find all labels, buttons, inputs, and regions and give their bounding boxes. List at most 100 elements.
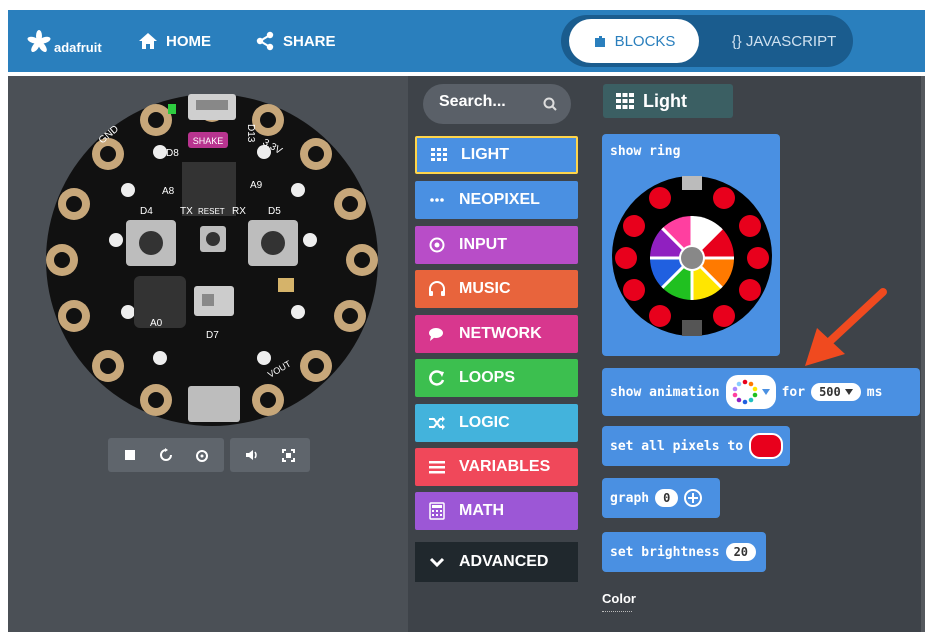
power-led <box>168 104 176 114</box>
color-section-label: Color <box>602 591 636 606</box>
category-neopixel[interactable]: NEOPIXEL <box>415 181 578 219</box>
set-brightness-block[interactable]: set brightness 20 <box>602 532 766 572</box>
graph-block[interactable]: graph 0 <box>602 478 720 518</box>
chat-icon <box>429 328 443 341</box>
category-label: VARIABLES <box>459 458 551 475</box>
svg-text:RX: RX <box>232 206 246 217</box>
brightness-input[interactable]: 20 <box>725 543 757 561</box>
category-label: MUSIC <box>459 280 511 297</box>
pixel-color-swatch[interactable] <box>749 433 784 459</box>
dots-icon <box>430 198 444 202</box>
mute-button[interactable] <box>236 441 268 469</box>
category-label: LOOPS <box>459 369 516 386</box>
slow-mo-icon <box>196 450 208 462</box>
share-label: SHARE <box>283 32 336 50</box>
arrow-annotation <box>805 288 887 366</box>
brightness-value: 20 <box>733 545 749 559</box>
temp-sensor <box>278 278 294 292</box>
color-wheel[interactable] <box>650 216 734 300</box>
duration-value: 500 <box>819 385 841 399</box>
show-animation-label: show animation <box>610 384 720 400</box>
puzzle-icon <box>594 36 605 47</box>
set-all-pixels-block[interactable]: set all pixels to <box>602 426 790 466</box>
home-button[interactable]: HOME <box>138 30 211 52</box>
category-label: LIGHT <box>461 146 509 163</box>
header: adafruit HOME SHARE BLOCKS {} JAVASCRIPT <box>8 10 925 72</box>
category-input[interactable]: INPUT <box>415 226 578 264</box>
category-network[interactable]: NETWORK <box>415 315 578 353</box>
rainbow-ring-icon <box>732 379 757 405</box>
graph-label: graph <box>610 490 650 506</box>
top-bar: adafruit HOME SHARE BLOCKS {} JAVASCRIPT <box>0 0 925 76</box>
shuffle-icon <box>429 416 445 430</box>
category-math[interactable]: MATH <box>415 492 578 530</box>
javascript-label: {} JAVASCRIPT <box>731 32 837 50</box>
category-music[interactable]: MUSIC <box>415 270 578 308</box>
grid-icon <box>616 93 634 109</box>
logo-text: adafruit <box>54 39 102 55</box>
set-all-pixels-label: set all pixels to <box>610 438 744 454</box>
svg-text:A0: A0 <box>150 318 163 329</box>
svg-text:D4: D4 <box>140 206 153 217</box>
add-argument-icon[interactable] <box>684 489 703 507</box>
ring-editor[interactable] <box>610 174 774 338</box>
svg-text:A9: A9 <box>250 180 263 191</box>
section-divider <box>602 611 632 612</box>
dropdown-caret-icon <box>761 389 770 395</box>
category-label: MATH <box>459 502 505 519</box>
javascript-mode-button[interactable]: {} JAVASCRIPT <box>719 19 849 63</box>
search-box <box>423 84 571 124</box>
share-icon <box>256 31 274 51</box>
restart-button[interactable] <box>150 441 182 469</box>
simulator-extras-group <box>230 438 310 472</box>
animation-dropdown[interactable] <box>725 375 776 409</box>
fullscreen-icon <box>281 448 295 462</box>
search-icon[interactable] <box>543 97 557 111</box>
share-button[interactable]: SHARE <box>255 30 336 52</box>
graph-value-input[interactable]: 0 <box>655 489 679 507</box>
show-animation-block[interactable]: show animation for 500 ms <box>602 368 920 416</box>
adafruit-logo[interactable]: adafruit <box>26 28 102 56</box>
toolbox: LIGHT NEOPIXEL INPUT MUSIC NETWORK LOOPS… <box>408 76 588 632</box>
headphones-icon <box>429 281 445 296</box>
workspace-scrollbar[interactable] <box>921 76 925 632</box>
for-label: for <box>781 384 806 400</box>
category-label: LOGIC <box>459 414 510 431</box>
show-ring-label: show ring <box>610 144 681 159</box>
simulator-playback-group <box>108 438 224 472</box>
home-label: HOME <box>166 32 211 50</box>
advanced-toggle[interactable]: ADVANCED <box>415 542 578 582</box>
graph-value: 0 <box>663 491 671 505</box>
advanced-label: ADVANCED <box>459 553 549 570</box>
stop-button[interactable] <box>114 441 146 469</box>
duration-dropdown[interactable]: 500 <box>811 383 861 401</box>
blocks-workspace: Light show ring show animation for 500 m… <box>588 76 925 632</box>
svg-text:A8: A8 <box>162 186 175 197</box>
home-icon <box>139 33 157 49</box>
flyout-title-text: Light <box>643 90 687 111</box>
simulator-panel: SHAKE D8 D13 3.3V GND A9 A8 D4 TX RESET … <box>8 76 408 632</box>
circuit-playground-board[interactable]: SHAKE D8 D13 3.3V GND A9 A8 D4 TX RESET … <box>42 90 382 430</box>
category-light[interactable]: LIGHT <box>415 136 578 174</box>
stop-icon <box>125 450 135 460</box>
battery-connector <box>188 386 240 422</box>
blocks-mode-button[interactable]: BLOCKS <box>569 19 699 63</box>
category-label: INPUT <box>459 236 507 253</box>
list-icon <box>429 461 445 474</box>
sound-icon <box>246 450 257 460</box>
category-variables[interactable]: VARIABLES <box>415 448 578 486</box>
svg-text:TX: TX <box>180 206 193 217</box>
flyout-title: Light <box>603 84 733 118</box>
grid-icon <box>431 148 447 161</box>
dropdown-caret-icon <box>844 389 853 395</box>
category-logic[interactable]: LOGIC <box>415 404 578 442</box>
slow-mo-button[interactable] <box>186 441 218 469</box>
ms-label: ms <box>866 384 883 400</box>
svg-text:RESET: RESET <box>198 207 225 216</box>
chevron-down-icon <box>429 557 445 568</box>
target-icon <box>429 237 445 253</box>
category-loops[interactable]: LOOPS <box>415 359 578 397</box>
fullscreen-button[interactable] <box>272 441 304 469</box>
search-input[interactable] <box>439 93 529 111</box>
set-brightness-label: set brightness <box>610 544 720 560</box>
